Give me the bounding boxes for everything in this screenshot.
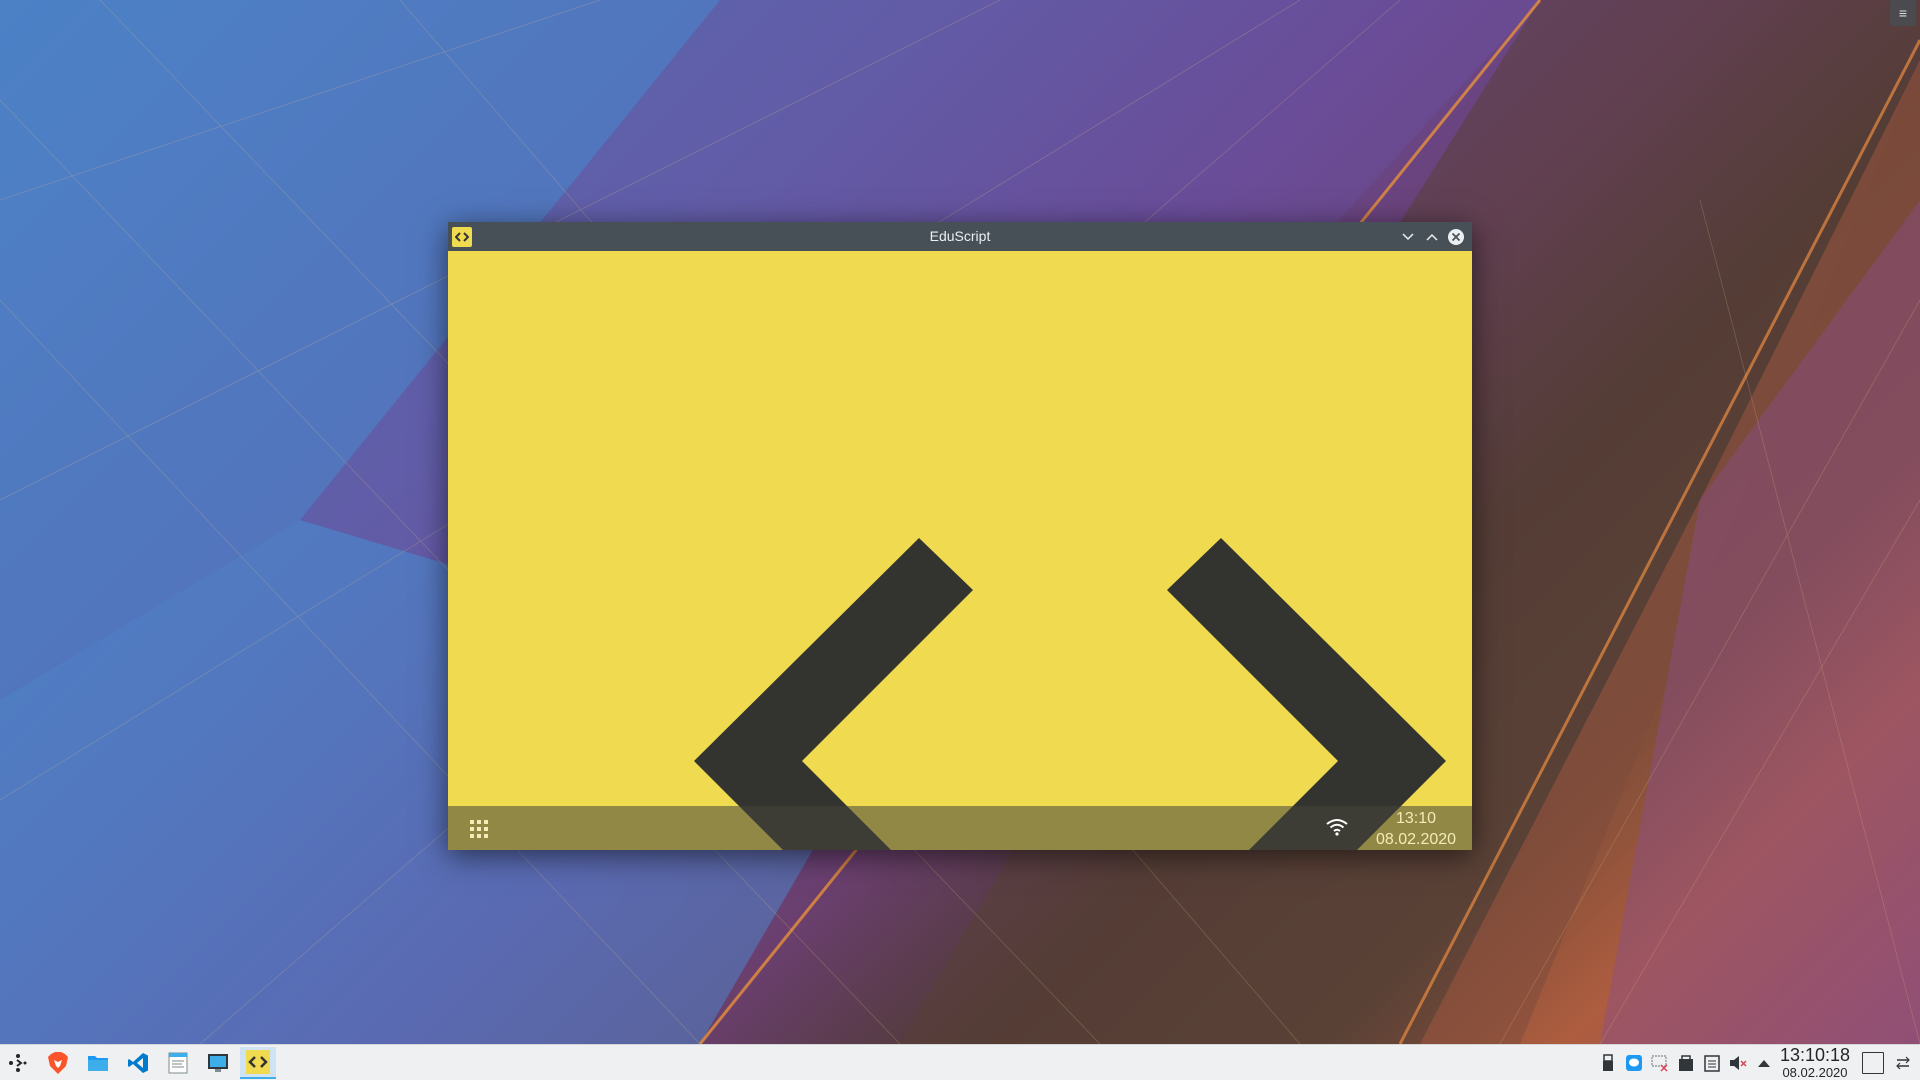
- brave-browser-launcher[interactable]: [40, 1047, 76, 1079]
- folder-icon: [88, 1056, 108, 1071]
- eduscript-logo-icon: [246, 1050, 270, 1074]
- app-clock-time: 13:10: [1395, 810, 1437, 827]
- eduscript-task-button[interactable]: [240, 1047, 276, 1079]
- wifi-icon[interactable]: [1326, 818, 1348, 841]
- minimize-button[interactable]: [1398, 227, 1418, 247]
- monitor-icon: [208, 1054, 228, 1072]
- hamburger-icon: ≡: [1898, 5, 1908, 21]
- clipboard-icon[interactable]: [1677, 1054, 1695, 1072]
- brave-icon: [48, 1052, 68, 1074]
- app-grid-icon[interactable]: [470, 820, 488, 838]
- kde-launcher-icon: [9, 1054, 27, 1072]
- maximize-button[interactable]: [1422, 227, 1442, 247]
- chat-icon[interactable]: [1625, 1054, 1643, 1072]
- file-manager-launcher[interactable]: [80, 1047, 116, 1079]
- window-titlebar[interactable]: EduScript: [448, 222, 1472, 251]
- window-title: EduScript: [929, 228, 991, 244]
- volume-muted-icon[interactable]: [1729, 1054, 1747, 1072]
- vscode-launcher[interactable]: [120, 1047, 156, 1079]
- app-clock[interactable]: 13:10 08.02.2020: [1360, 808, 1472, 850]
- close-button[interactable]: [1446, 227, 1466, 247]
- application-launcher[interactable]: [0, 1047, 36, 1079]
- text-editor-launcher[interactable]: [160, 1047, 196, 1079]
- notes-icon[interactable]: [1703, 1054, 1721, 1072]
- taskbar: 13:10:18 08.02.2020: [0, 1044, 1920, 1080]
- screenshot-tool-launcher[interactable]: [200, 1047, 236, 1079]
- show-desktop-button[interactable]: [1862, 1052, 1884, 1074]
- minimize-icon: [1402, 233, 1414, 241]
- app-content: 13:10 08.02.2020: [448, 251, 1472, 850]
- eduscript-angle-brackets-logo: [694, 538, 1446, 850]
- desktop-menu-button[interactable]: ≡: [1890, 0, 1916, 26]
- vscode-icon: [128, 1053, 148, 1073]
- text-editor-icon: [168, 1052, 188, 1074]
- clock-date: 08.02.2020: [1782, 1065, 1848, 1080]
- eduscript-window: EduScript 13:10 08.02.2020: [448, 222, 1472, 850]
- network-disconnected-icon[interactable]: [1651, 1054, 1669, 1072]
- close-icon: [1448, 229, 1464, 245]
- clock-time: 13:10:18: [1779, 1045, 1851, 1065]
- maximize-icon: [1426, 233, 1438, 241]
- panel-settings-icon: [1896, 1056, 1910, 1070]
- expand-tray-icon[interactable]: [1755, 1054, 1773, 1072]
- panel-configure-button[interactable]: [1894, 1054, 1912, 1072]
- app-bottom-bar: 13:10 08.02.2020: [448, 806, 1472, 850]
- usb-icon[interactable]: [1599, 1054, 1617, 1072]
- taskbar-clock[interactable]: 13:10:18 08.02.2020: [1776, 1046, 1854, 1080]
- app-clock-date: 08.02.2020: [1375, 831, 1457, 848]
